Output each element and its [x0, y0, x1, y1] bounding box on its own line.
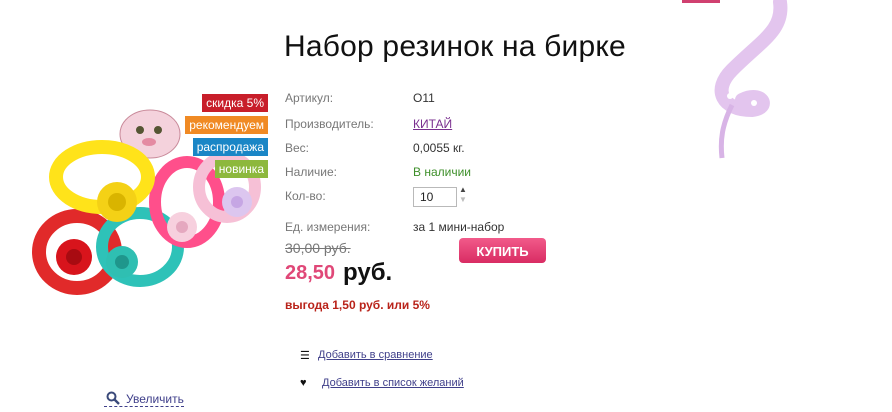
add-to-wishlist-link[interactable]: Добавить в список желаний: [322, 377, 464, 389]
maker-link[interactable]: КИТАЙ: [413, 117, 452, 131]
ribbon-decoration: [714, 0, 788, 159]
heart-icon: ♥: [300, 377, 307, 389]
spec-weight: Вес: 0,0055 кг.: [285, 141, 465, 155]
chevron-up-icon[interactable]: ▲: [459, 185, 467, 195]
spec-stock-value: В наличии: [413, 165, 472, 179]
chevron-down-icon[interactable]: ▼: [459, 195, 467, 205]
badge-new: новинка: [214, 160, 268, 178]
spec-article-value: О11: [413, 91, 435, 105]
zoom-link[interactable]: Увеличить: [104, 392, 184, 407]
quantity-input[interactable]: 10: [413, 187, 457, 207]
spec-weight-value: 0,0055 кг.: [413, 141, 465, 155]
quantity-stepper[interactable]: ▲ ▼: [459, 185, 467, 205]
product-title: Набор резинок на бирке: [284, 30, 626, 63]
badge-list: скидка 5% рекомендуем распродажа новинка: [185, 94, 268, 178]
spec-stock: Наличие: В наличии: [285, 165, 471, 179]
spec-maker: Производитель: КИТАЙ: [285, 117, 452, 131]
spec-weight-label: Вес:: [285, 141, 310, 155]
spec-unit: Ед. измерения: за 1 мини-набор: [285, 220, 504, 234]
spec-maker-label: Производитель:: [285, 117, 374, 131]
price-currency: руб.: [343, 259, 393, 286]
spec-unit-value: за 1 мини-набор: [413, 220, 505, 234]
old-price: 30,00 руб.: [285, 240, 351, 256]
spec-article-label: Артикул:: [285, 91, 334, 105]
spec-qty-label: Кол-во:: [285, 189, 326, 203]
spec-stock-label: Наличие:: [285, 165, 338, 179]
spec-qty: Кол-во: 10 ▲ ▼: [285, 185, 467, 207]
current-price: 28,50: [285, 262, 336, 284]
badge-sale: распродажа: [192, 138, 268, 156]
buy-button[interactable]: КУПИТЬ: [459, 238, 546, 263]
spec-article: Артикул: О11: [285, 91, 435, 105]
badge-recommended: рекомендуем: [185, 116, 268, 134]
spec-unit-label: Ед. измерения:: [285, 220, 371, 234]
product-image[interactable]: скидка 5% рекомендуем распродажа новинка: [22, 82, 280, 332]
badge-discount: скидка 5%: [202, 94, 268, 112]
saving-text: выгода 1,50 руб. или 5%: [285, 298, 430, 312]
add-to-compare-link[interactable]: Добавить в сравнение: [318, 349, 433, 361]
compare-icon: ☰: [300, 350, 310, 362]
